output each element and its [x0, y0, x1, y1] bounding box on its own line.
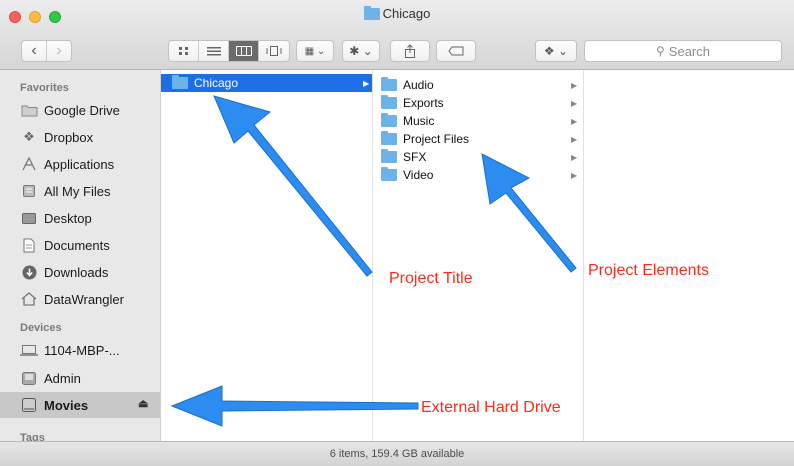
dropbox-icon: ❖ ⌄	[543, 44, 569, 58]
eject-icon[interactable]: ⏏	[138, 397, 148, 410]
list-item-sfx[interactable]: SFX ▶	[373, 148, 583, 166]
documents-icon	[20, 237, 38, 253]
list-item-music[interactable]: Music ▶	[373, 112, 583, 130]
list-item-video[interactable]: Video ▶	[373, 166, 583, 184]
list-item-project-files[interactable]: Project Files ▶	[373, 130, 583, 148]
folder-icon	[381, 113, 397, 127]
folder-icon	[20, 102, 38, 118]
folder-icon	[381, 77, 397, 91]
gear-icon: ✱ ⌄	[349, 44, 373, 58]
folder-icon	[381, 167, 397, 181]
status-bar: 6 items, 159.4 GB available	[0, 441, 794, 466]
action-button[interactable]: ✱ ⌄	[342, 40, 380, 62]
sidebar-item-all-my-files[interactable]: All My Files	[0, 179, 160, 203]
annotation-project-elements: Project Elements	[588, 262, 709, 279]
status-text: 6 items, 159.4 GB available	[329, 448, 465, 460]
external-drive-icon	[20, 397, 38, 413]
sidebar: Favorites Google Drive ❖ Dropbox Applica…	[0, 70, 161, 441]
chevron-right-icon: ▶	[571, 98, 578, 108]
list-item-chicago[interactable]: Chicago ▶	[161, 74, 372, 92]
column-1: Chicago ▶	[161, 70, 373, 441]
forward-button[interactable]: ›	[47, 41, 71, 61]
finder-window: Chicago ‹ › ▦ ⌄ ✱ ⌄ ❖ ⌄ ⚲ Search Favorit…	[0, 0, 794, 466]
folder-icon	[381, 149, 397, 163]
list-view-button[interactable]	[199, 41, 229, 61]
tag-icon	[448, 46, 464, 56]
list-item-audio[interactable]: Audio ▶	[373, 76, 583, 94]
cover-flow-icon	[266, 46, 282, 56]
tag-button[interactable]	[436, 40, 476, 62]
nav-buttons: ‹ ›	[21, 40, 72, 62]
sidebar-item-documents[interactable]: Documents	[0, 233, 160, 257]
folder-icon	[381, 95, 397, 109]
chevron-right-icon: ▶	[571, 152, 578, 162]
arrange-button[interactable]: ▦ ⌄	[296, 40, 334, 62]
column-view-icon	[235, 46, 252, 56]
column-view-button[interactable]	[229, 41, 259, 61]
chevron-right-icon: ▶	[571, 116, 578, 126]
applications-icon	[20, 156, 38, 172]
chevron-right-icon: ▶	[571, 134, 578, 144]
sidebar-item-datawrangler[interactable]: DataWrangler	[0, 287, 160, 311]
sidebar-item-1104-mbp[interactable]: 1104-MBP-...	[0, 338, 160, 362]
sidebar-item-applications[interactable]: Applications	[0, 152, 160, 176]
sidebar-item-downloads[interactable]: Downloads	[0, 260, 160, 284]
search-placeholder: Search	[668, 43, 710, 59]
share-button[interactable]	[390, 40, 430, 62]
all-files-icon	[20, 183, 38, 199]
laptop-icon	[20, 342, 38, 358]
chevron-right-icon: ▶	[363, 78, 370, 88]
home-icon	[20, 291, 38, 307]
view-mode-control	[168, 40, 290, 62]
folder-icon	[363, 6, 380, 20]
back-button[interactable]: ‹	[22, 41, 47, 61]
sidebar-item-desktop[interactable]: Desktop	[0, 206, 160, 230]
search-field[interactable]: ⚲ Search	[584, 40, 782, 62]
disk-icon	[20, 370, 38, 386]
icon-view-button[interactable]	[169, 41, 199, 61]
toolbar: Chicago ‹ › ▦ ⌄ ✱ ⌄ ❖ ⌄ ⚲ Search	[0, 0, 794, 70]
sidebar-item-movies[interactable]: Movies ⏏	[0, 392, 160, 418]
sidebar-item-admin[interactable]: Admin	[0, 366, 160, 390]
column-2: Audio ▶ Exports ▶ Music ▶ Project Files …	[373, 70, 584, 441]
folder-icon	[172, 75, 188, 89]
icon-view-icon	[178, 47, 188, 55]
cover-flow-button[interactable]	[259, 41, 289, 61]
sidebar-item-dropbox[interactable]: ❖ Dropbox	[0, 125, 160, 149]
search-icon: ⚲	[656, 44, 665, 58]
folder-icon	[381, 131, 397, 145]
annotation-project-title: Project Title	[389, 270, 473, 287]
sidebar-item-google-drive[interactable]: Google Drive	[0, 98, 160, 122]
share-icon	[405, 44, 415, 58]
desktop-icon	[20, 210, 38, 226]
annotation-external-drive: External Hard Drive	[421, 399, 561, 416]
list-item-exports[interactable]: Exports ▶	[373, 94, 583, 112]
column-3	[584, 70, 794, 441]
chevron-right-icon: ▶	[571, 170, 578, 180]
window-title: Chicago	[0, 6, 794, 21]
list-view-icon	[206, 47, 221, 56]
dropbox-icon: ❖	[23, 129, 35, 144]
tags-header: Tags	[20, 432, 45, 441]
chevron-right-icon: ▶	[571, 80, 578, 90]
arrange-icon: ▦ ⌄	[304, 45, 326, 57]
downloads-icon	[20, 264, 38, 280]
dropbox-button[interactable]: ❖ ⌄	[535, 40, 577, 62]
devices-header: Devices	[20, 322, 62, 334]
favorites-header: Favorites	[20, 82, 69, 94]
